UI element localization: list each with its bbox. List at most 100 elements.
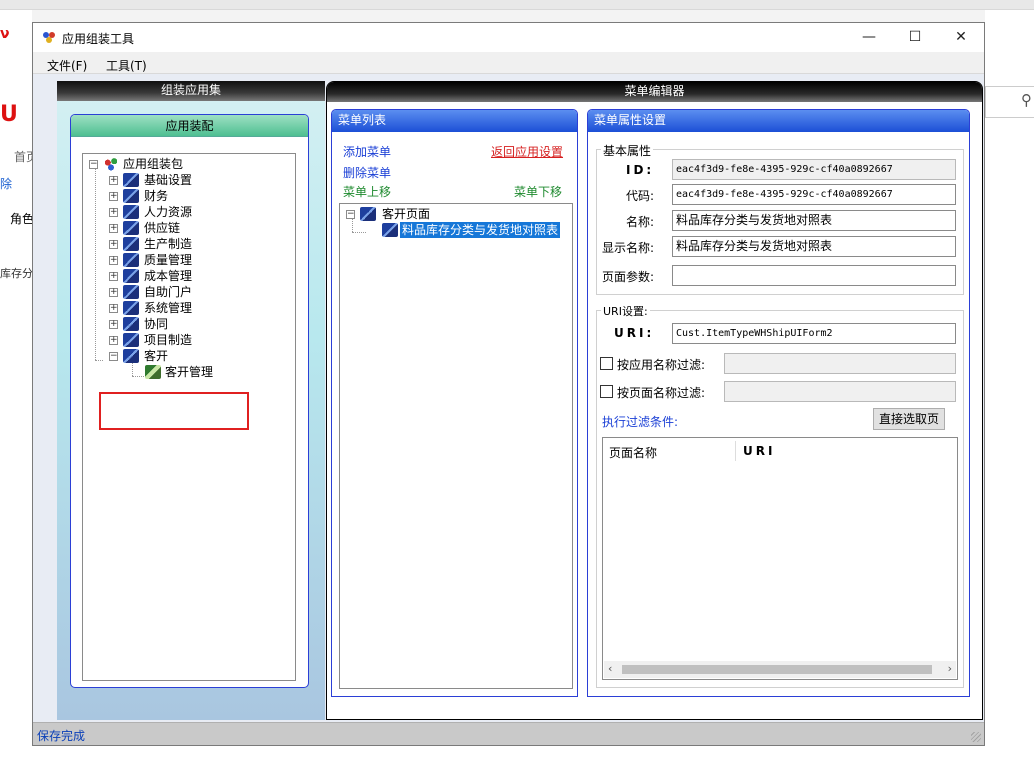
direct-select-page-button[interactable]: 直接选取页 <box>873 408 945 430</box>
module-icon <box>123 301 139 315</box>
tree-item-label: 财务 <box>144 189 169 203</box>
collapse-icon[interactable]: − <box>346 210 355 219</box>
expand-icon[interactable]: + <box>109 224 118 233</box>
menu-editor-header: 菜单编辑器 <box>327 82 982 102</box>
grid-header-uri[interactable]: URI <box>743 444 775 458</box>
expand-icon[interactable]: + <box>109 320 118 329</box>
collapse-icon[interactable]: − <box>89 160 98 169</box>
menu-bar: 文件(F) 工具(T) <box>33 52 984 74</box>
minimize-button[interactable]: — <box>846 23 892 52</box>
tree-item-label: 项目制造 <box>144 333 193 347</box>
module-icon <box>123 189 139 203</box>
expand-icon[interactable]: + <box>109 256 118 265</box>
expand-icon[interactable]: + <box>109 272 118 281</box>
menu-list-header: 菜单列表 <box>332 110 577 132</box>
module-icon <box>123 333 139 347</box>
expand-icon[interactable]: + <box>109 336 118 345</box>
background-role-tab[interactable]: 角色 <box>10 210 34 227</box>
tree-item-label: 生产制造 <box>144 237 193 251</box>
menu-file[interactable]: 文件(F) <box>47 57 87 74</box>
module-icon <box>123 237 139 251</box>
uri-settings-legend: URI设置: <box>601 303 650 319</box>
tree-item-label: 质量管理 <box>144 253 193 267</box>
app-window: 应用组装工具 — ☐ ✕ 文件(F) 工具(T) 组装应用集 应用装配 − 应用… <box>32 22 985 746</box>
back-to-app-settings-link[interactable]: 返回应用设置 <box>491 143 563 160</box>
app-assembly-icon <box>42 30 56 44</box>
delete-menu-link[interactable]: 删除菜单 <box>343 164 391 181</box>
uri-field[interactable]: Cust.ItemTypeWHShipUIForm2 <box>672 323 956 344</box>
menu-properties-panel: 菜单属性设置 基本属性 ID: eac4f3d9-fe8e-4395-929c-… <box>587 109 970 697</box>
tree-item-label: 成本管理 <box>144 269 193 283</box>
maximize-button[interactable]: ☐ <box>892 23 938 52</box>
expand-icon[interactable]: + <box>109 176 118 185</box>
menu-tools[interactable]: 工具(T) <box>106 57 147 74</box>
background-logo-fragment: ν <box>0 26 10 42</box>
code-field[interactable]: eac4f3d9-fe8e-4395-929c-cf40a0892667 <box>672 184 956 205</box>
page-icon <box>382 223 398 237</box>
background-search-box[interactable]: ⚲ <box>985 86 1034 118</box>
move-up-link[interactable]: 菜单上移 <box>343 183 391 200</box>
menu-properties-header: 菜单属性设置 <box>588 110 969 132</box>
page-list-grid[interactable]: 页面名称 URI ‹ › <box>602 437 958 680</box>
filter-by-page-checkbox[interactable] <box>600 385 613 398</box>
menu-tree-item-label: 料品库存分类与发货地对照表 <box>400 222 561 238</box>
page-folder-icon <box>360 207 376 221</box>
status-text: 保存完成 <box>37 729 86 743</box>
tree-root-label: 应用组装包 <box>123 157 184 171</box>
tree-item-label: 协同 <box>144 317 169 331</box>
execute-filter-link[interactable]: 执行过滤条件: <box>602 413 678 430</box>
basic-properties-legend: 基本属性 <box>601 142 654 159</box>
filter-by-app-field[interactable] <box>724 353 956 374</box>
close-button[interactable]: ✕ <box>938 23 984 52</box>
resize-grip-icon[interactable] <box>971 732 981 742</box>
background-brand-fragment: U <box>0 102 18 127</box>
scrollbar-thumb[interactable] <box>622 665 932 674</box>
expand-icon[interactable]: + <box>109 208 118 217</box>
filter-by-page-field[interactable] <box>724 381 956 402</box>
expand-icon[interactable]: + <box>109 288 118 297</box>
scroll-left-icon[interactable]: ‹ <box>608 662 612 675</box>
assembly-set-header: 组装应用集 <box>57 81 325 101</box>
tree-item-label: 客开管理 <box>165 365 214 379</box>
module-icon <box>123 269 139 283</box>
name-label: 名称: <box>626 215 655 229</box>
module-icon <box>123 285 139 299</box>
uri-label: URI: <box>614 326 655 340</box>
tree-item-label: 客开 <box>144 349 169 363</box>
code-label: 代码: <box>626 189 655 203</box>
title-bar[interactable]: 应用组装工具 — ☐ ✕ <box>33 23 984 52</box>
filter-by-page-label: 按页面名称过滤: <box>617 386 706 400</box>
display-name-field[interactable]: 料品库存分类与发货地对照表 <box>672 236 956 257</box>
expand-icon[interactable]: + <box>109 240 118 249</box>
module-icon <box>123 317 139 331</box>
tree-item-label: 供应链 <box>144 221 181 235</box>
collapse-icon[interactable]: − <box>109 352 118 361</box>
browser-tab-strip <box>0 0 1034 10</box>
tree-item-label: 自助门户 <box>144 285 193 299</box>
app-leaf-icon <box>145 365 161 379</box>
grid-header-page-name[interactable]: 页面名称 <box>609 444 657 461</box>
background-app-bottom <box>0 746 1034 771</box>
display-name-label: 显示名称: <box>602 241 655 255</box>
menu-tree[interactable]: − 客开页面 料品库存分类与发货地对照表 <box>339 203 573 689</box>
id-field[interactable]: eac4f3d9-fe8e-4395-929c-cf40a0892667 <box>672 159 956 180</box>
move-down-link[interactable]: 菜单下移 <box>514 183 562 200</box>
window-title: 应用组装工具 <box>62 32 135 46</box>
background-app-right <box>985 10 1034 771</box>
filter-by-app-checkbox[interactable] <box>600 357 613 370</box>
expand-icon[interactable]: + <box>109 304 118 313</box>
add-menu-link[interactable]: 添加菜单 <box>343 143 391 160</box>
id-label: ID: <box>626 163 655 177</box>
status-bar: 保存完成 <box>33 722 984 745</box>
page-params-field[interactable] <box>672 265 956 286</box>
search-icon[interactable]: ⚲ <box>1021 91 1032 109</box>
menu-list-panel: 菜单列表 添加菜单 返回应用设置 删除菜单 菜单上移 菜单下移 − 客开页面 料… <box>331 109 578 697</box>
background-delete-link[interactable]: 除 <box>0 175 12 192</box>
menu-tree-root-label: 客开页面 <box>382 207 431 221</box>
expand-icon[interactable]: + <box>109 192 118 201</box>
background-app-left: ν U 首页 除 角色 库存分 <box>0 10 38 771</box>
horizontal-scrollbar[interactable]: ‹ › <box>604 661 956 678</box>
name-field[interactable]: 料品库存分类与发货地对照表 <box>672 210 956 231</box>
scroll-right-icon[interactable]: › <box>948 662 952 675</box>
tree-item-label: 基础设置 <box>144 173 193 187</box>
